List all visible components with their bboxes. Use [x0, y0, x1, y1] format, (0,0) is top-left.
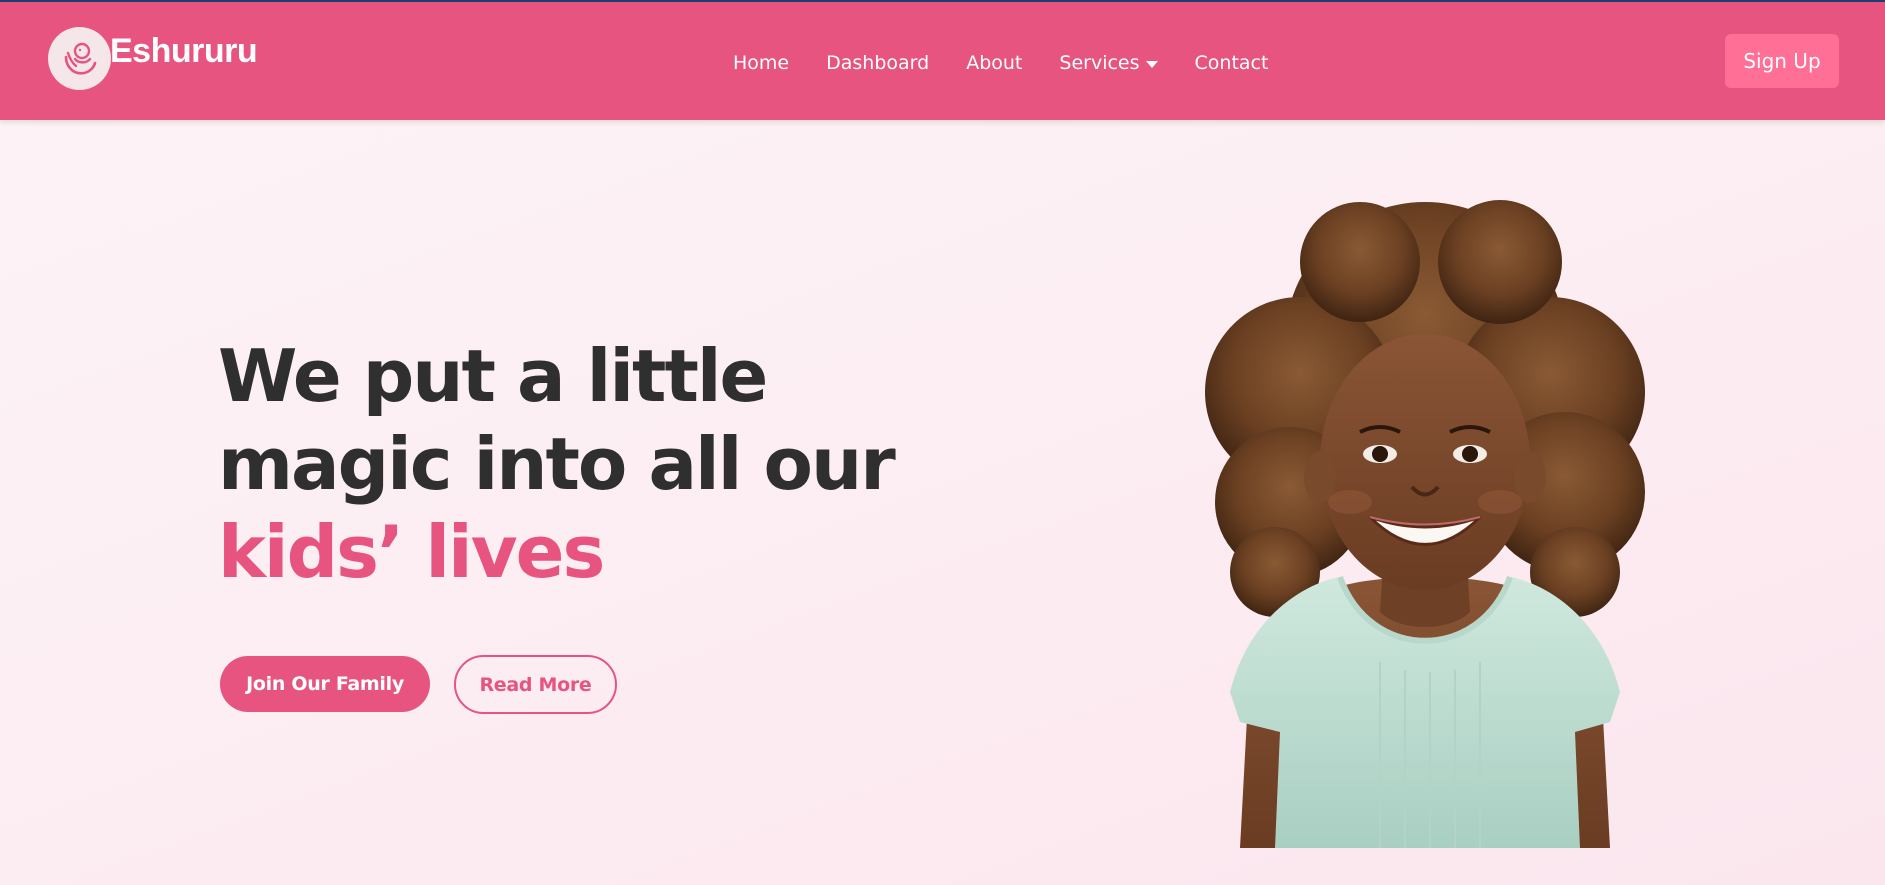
- hero-headline: We put a little magic into all our kids’…: [218, 332, 918, 596]
- page: Eshururu Home Dashboard About Services C…: [0, 2, 1885, 885]
- headline-accent: kids’ lives: [218, 510, 605, 594]
- nav-item-dashboard[interactable]: Dashboard: [826, 52, 929, 74]
- nav-item-services[interactable]: Services: [1059, 52, 1158, 74]
- brand-name[interactable]: Eshururu: [110, 32, 258, 71]
- headline-line-1: We put a little: [218, 334, 768, 418]
- signup-button[interactable]: Sign Up: [1725, 34, 1839, 88]
- nav-item-home[interactable]: Home: [733, 52, 789, 74]
- baby-in-hands-icon: [64, 42, 96, 75]
- caret-down-icon: [1145, 60, 1158, 68]
- read-more-button[interactable]: Read More: [454, 655, 617, 714]
- navbar: Eshururu Home Dashboard About Services C…: [0, 2, 1885, 120]
- logo[interactable]: [48, 27, 111, 90]
- nav-item-services-label: Services: [1059, 52, 1140, 74]
- headline-line-2: magic into all our: [218, 422, 896, 506]
- hero-child-image: [1205, 200, 1645, 848]
- join-family-button[interactable]: Join Our Family: [220, 656, 430, 712]
- nav-menu: Home Dashboard About Services Contact: [733, 50, 1305, 76]
- nav-item-contact[interactable]: Contact: [1195, 52, 1269, 74]
- nav-item-about[interactable]: About: [966, 52, 1022, 74]
